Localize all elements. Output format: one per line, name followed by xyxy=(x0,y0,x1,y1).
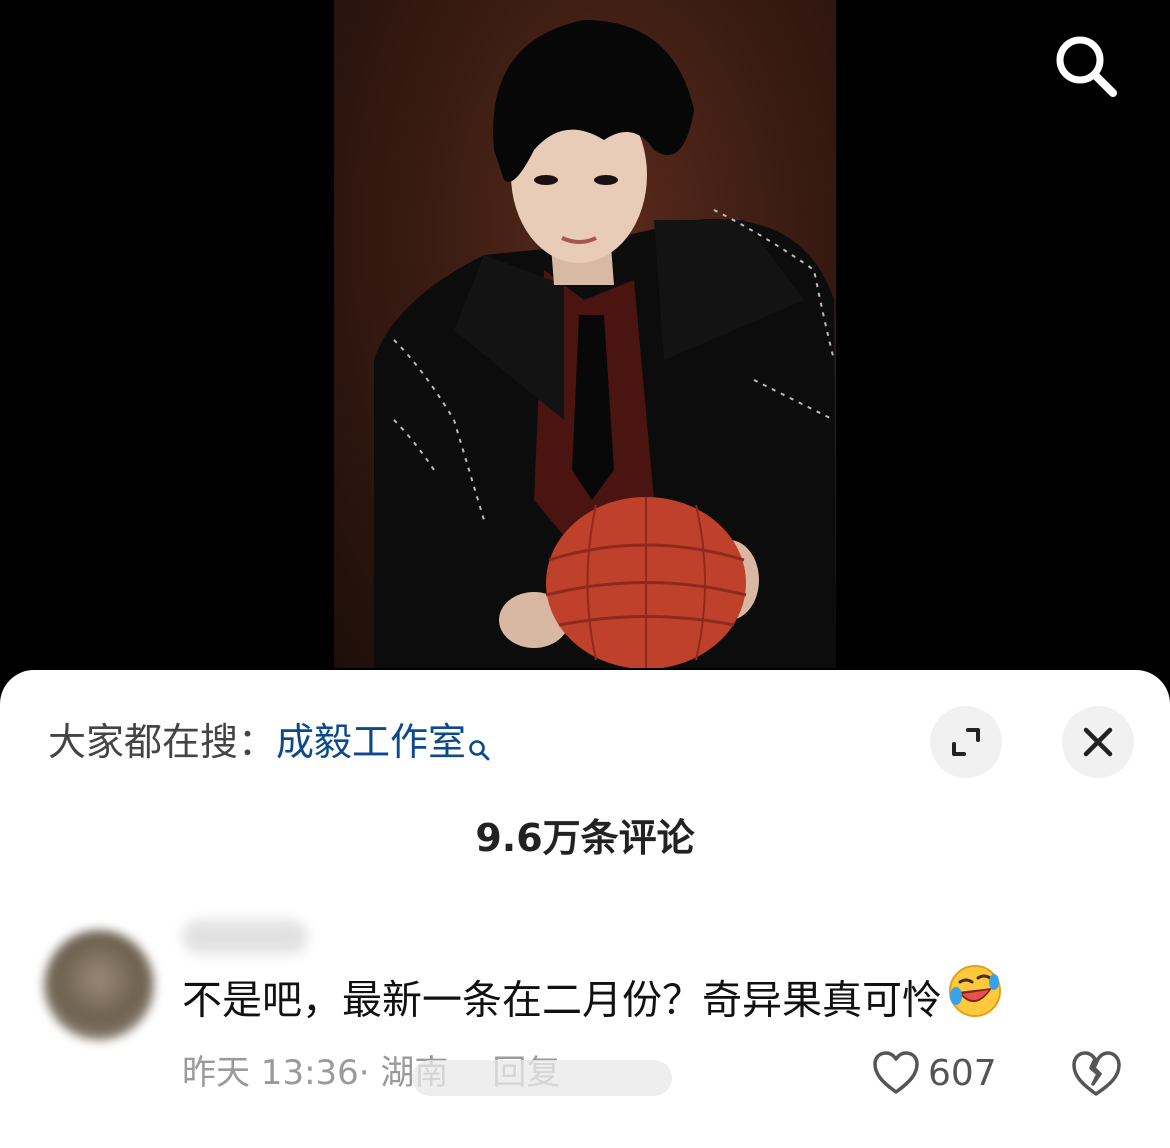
like-button[interactable]: 607 xyxy=(872,1048,997,1098)
username[interactable] xyxy=(182,920,308,954)
like-count: 607 xyxy=(928,1052,997,1094)
video-area[interactable] xyxy=(0,0,1170,700)
expand-button[interactable] xyxy=(930,706,1002,778)
comments-sheet: 大家都在搜：成毅工作室 9.6万条评论 不是吧，最新一条在二月份？奇异果真可怜 xyxy=(0,670,1170,1148)
search-icon[interactable] xyxy=(468,720,490,776)
search-icon xyxy=(1056,36,1117,97)
avatar[interactable] xyxy=(44,930,154,1040)
close-button[interactable] xyxy=(1062,706,1134,778)
heart-icon xyxy=(873,1051,919,1094)
comment-text: 不是吧，最新一条在二月份？奇异果真可怜 xyxy=(182,965,1004,1037)
comment-body: 不是吧，最新一条在二月份？奇异果真可怜 xyxy=(182,977,942,1024)
search-button[interactable] xyxy=(1050,30,1122,102)
broken-heart-icon xyxy=(1072,1051,1121,1096)
hot-search[interactable]: 大家都在搜：成毅工作室 xyxy=(48,714,490,776)
close-icon xyxy=(1083,727,1113,757)
video-frame[interactable] xyxy=(334,0,836,668)
hot-search-prefix: 大家都在搜： xyxy=(48,720,277,764)
comment-time: 昨天 13:36 xyxy=(182,1053,359,1093)
comment-count: 9.6万条评论 xyxy=(475,816,695,860)
expand-icon xyxy=(952,728,980,756)
portrait-image xyxy=(374,20,836,668)
dislike-button[interactable] xyxy=(1070,1048,1122,1100)
hot-search-term[interactable]: 成毅工作室 xyxy=(276,720,466,764)
rolling-on-floor-laughing-icon xyxy=(946,962,1004,1037)
watermark-overlay xyxy=(412,1060,672,1096)
comment-item: 不是吧，最新一条在二月份？奇异果真可怜 昨天 13:36· 湖南回复 607 xyxy=(0,910,1170,1148)
